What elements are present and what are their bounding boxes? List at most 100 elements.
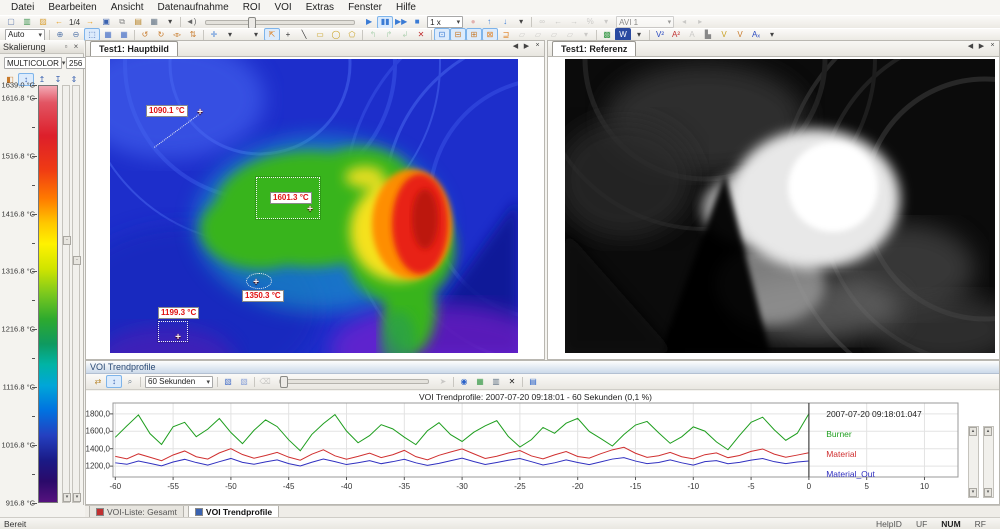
slider-button[interactable]: - bbox=[63, 236, 71, 245]
speed-combo[interactable]: 1 x▾ bbox=[427, 16, 463, 28]
ratio-icon[interactable]: % bbox=[582, 16, 598, 29]
line-roi-1-marker[interactable]: + bbox=[197, 109, 203, 117]
scale-tick bbox=[32, 98, 37, 99]
visibility-icon[interactable]: ◉ bbox=[456, 375, 472, 388]
more-avi-icon[interactable]: ▾ bbox=[598, 16, 614, 29]
nav-prev-icon[interactable]: ◀ bbox=[966, 42, 975, 50]
rect-roi-1-marker[interactable]: + bbox=[307, 206, 313, 214]
more-play-icon[interactable]: ▾ bbox=[513, 16, 529, 29]
cursor-icon[interactable]: ➤ bbox=[435, 375, 451, 388]
open-folder-icon[interactable]: ▨ bbox=[35, 16, 51, 29]
link-icon[interactable]: ∞ bbox=[534, 16, 550, 29]
rect-roi-2-marker[interactable]: + bbox=[175, 334, 181, 342]
close-icon[interactable]: × bbox=[988, 42, 997, 50]
trend-chart[interactable]: VOI Trendprofile: 2007-07-20 09:18:01 - … bbox=[86, 391, 999, 504]
zoom-trend-icon[interactable]: ⌕ bbox=[122, 375, 138, 388]
ellipse-roi-1-marker[interactable]: + bbox=[253, 279, 259, 287]
trend-slider[interactable] bbox=[279, 379, 429, 384]
slider-button[interactable]: - bbox=[73, 256, 81, 265]
palette-combo[interactable]: MULTICOLOR▾ bbox=[4, 57, 62, 69]
menu-roi[interactable]: ROI bbox=[236, 1, 268, 14]
avi-next-icon: ▸ bbox=[698, 18, 702, 26]
step-up-icon[interactable]: ↑ bbox=[481, 16, 497, 29]
jump-fwd-icon[interactable]: → bbox=[566, 16, 582, 29]
scale-tick bbox=[32, 214, 37, 215]
menu-datei[interactable]: Datei bbox=[4, 1, 41, 14]
tab-hauptbild[interactable]: Test1: Hauptbild bbox=[90, 41, 178, 56]
play-icon[interactable]: ▶ bbox=[361, 16, 377, 29]
record-icon[interactable]: ● bbox=[465, 16, 481, 29]
new-report-icon[interactable]: ▥ bbox=[19, 16, 35, 29]
nav-next-icon[interactable]: ▶ bbox=[522, 42, 531, 50]
new-file-icon[interactable]: ▢ bbox=[3, 16, 19, 29]
export-icon[interactable]: ▤ bbox=[130, 16, 146, 29]
trend-panel-title: VOI Trendprofile bbox=[90, 362, 156, 372]
tab-referenz[interactable]: Test1: Referenz bbox=[552, 41, 636, 56]
avi-prev-icon[interactable]: ◂ bbox=[676, 16, 692, 29]
x-tick-label: -20 bbox=[572, 482, 584, 491]
status-bar: Bereit HelpID UF NUM RF bbox=[0, 517, 1000, 529]
line-roi-1-shape[interactable] bbox=[154, 113, 201, 148]
roi-edit4-icon: ⊠ bbox=[487, 31, 494, 39]
avi-next-icon[interactable]: ▸ bbox=[692, 16, 708, 29]
menu-hilfe[interactable]: Hilfe bbox=[389, 1, 423, 14]
table-icon[interactable]: ▥ bbox=[488, 375, 504, 388]
menu-bearbeiten[interactable]: Bearbeiten bbox=[41, 1, 103, 14]
next-frame-icon[interactable]: → bbox=[82, 16, 98, 29]
remove-profile-icon[interactable]: ▧ bbox=[236, 375, 252, 388]
step-down-icon[interactable]: ↓ bbox=[497, 16, 513, 29]
playback-slider[interactable] bbox=[205, 20, 355, 25]
pause-icon[interactable]: ▮▮ bbox=[377, 16, 393, 29]
menu-voi[interactable]: VOI bbox=[267, 1, 298, 14]
add-profile-icon[interactable]: ▧ bbox=[220, 375, 236, 388]
save-icon[interactable]: ▣ bbox=[98, 16, 114, 29]
playback-slider-thumb[interactable] bbox=[248, 17, 256, 29]
menu-ansicht[interactable]: Ansicht bbox=[104, 1, 151, 14]
clear-icon[interactable]: ⌫ bbox=[257, 375, 273, 388]
delete-profile-icon[interactable]: ✕ bbox=[504, 375, 520, 388]
span-y-icon[interactable]: ↕ bbox=[106, 375, 122, 388]
transfer-icon[interactable]: ⇄ bbox=[90, 375, 106, 388]
more-save-icon[interactable]: ▾ bbox=[162, 16, 178, 29]
rect-roi-2-shape[interactable] bbox=[158, 321, 188, 342]
menu-fenster[interactable]: Fenster bbox=[341, 1, 389, 14]
fast-forward-icon[interactable]: ▶▶ bbox=[393, 16, 409, 29]
stop-icon[interactable]: ■ bbox=[409, 16, 425, 29]
grid-icon[interactable]: ▦ bbox=[472, 375, 488, 388]
scale-min-slider[interactable]: - ▾ bbox=[62, 85, 70, 503]
status-helpid: HelpID bbox=[876, 519, 902, 529]
reference-image[interactable] bbox=[565, 59, 995, 353]
thermal-image[interactable]: +1090.1 °C+1601.3 °C+1350.3 °C+1199.3 °C bbox=[110, 59, 518, 353]
nav-next-icon[interactable]: ▶ bbox=[977, 42, 986, 50]
scale-max-slider[interactable]: - ▾ bbox=[72, 85, 80, 503]
interval-combo[interactable]: 60 Sekunden▾ bbox=[145, 376, 213, 388]
clear-icon: ⌫ bbox=[259, 378, 270, 386]
menu-extras[interactable]: Extras bbox=[299, 1, 341, 14]
scale-mode-combo[interactable]: Auto▾ bbox=[5, 29, 45, 41]
menu-datenaufnahme[interactable]: Datenaufnahme bbox=[151, 1, 236, 14]
toolbar-gap bbox=[238, 34, 248, 35]
trend-slider-thumb[interactable] bbox=[280, 376, 288, 388]
close-icon[interactable]: × bbox=[71, 42, 81, 51]
nav-prev-icon[interactable]: ◀ bbox=[511, 42, 520, 50]
voi-ax-icon: Aₓ bbox=[752, 31, 760, 39]
ratio-icon: % bbox=[587, 18, 594, 26]
export-trend-icon[interactable]: ▤ bbox=[525, 375, 541, 388]
prev-frame-icon[interactable]: ← bbox=[51, 16, 67, 29]
copy-icon[interactable]: ⧉ bbox=[114, 16, 130, 29]
scaling-panel-header: Skalierung ▫ × bbox=[0, 40, 84, 54]
slider-down-icon[interactable]: ▾ bbox=[73, 493, 81, 502]
roi-paste-icon: ↱ bbox=[386, 31, 393, 39]
pin-icon[interactable]: ▫ bbox=[61, 42, 71, 51]
audio-icon[interactable]: ◄) bbox=[183, 16, 199, 29]
jump-back-icon[interactable]: ← bbox=[550, 16, 566, 29]
avi-combo[interactable]: AVI 1▾ bbox=[616, 16, 674, 28]
print-icon[interactable]: ▦ bbox=[146, 16, 162, 29]
voi-v-icon: V bbox=[721, 31, 726, 39]
x-tick-label: 5 bbox=[864, 482, 868, 491]
window-nav: ◀ ▶ × bbox=[966, 42, 997, 50]
zoom-in-icon: ⊕ bbox=[57, 31, 64, 39]
close-icon[interactable]: × bbox=[533, 42, 542, 50]
step-up-icon: ↑ bbox=[487, 18, 491, 26]
slider-down-icon[interactable]: ▾ bbox=[63, 493, 71, 502]
